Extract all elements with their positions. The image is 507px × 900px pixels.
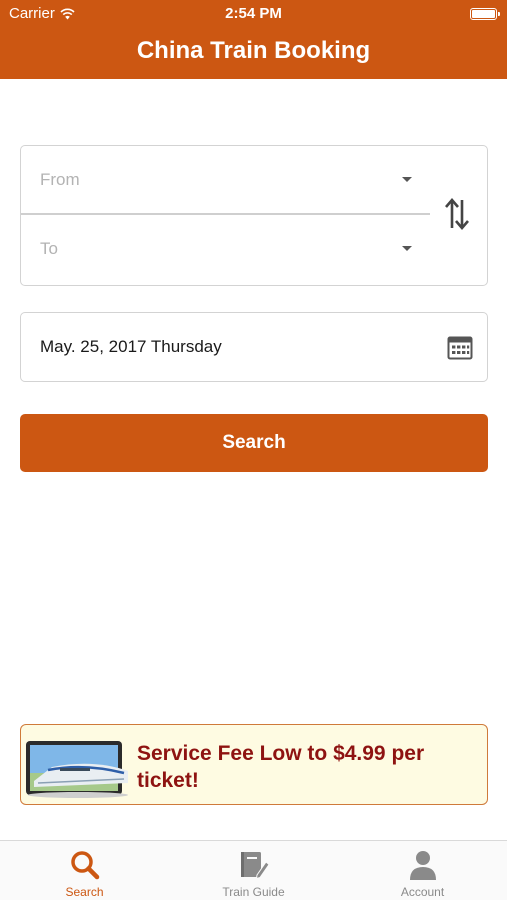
chevron-down-icon	[402, 177, 412, 182]
date-selector[interactable]: May. 25, 2017 Thursday	[20, 312, 488, 382]
train-promo-image	[26, 741, 128, 798]
tab-search[interactable]: Search	[0, 841, 169, 900]
from-station-field[interactable]: From	[21, 146, 430, 214]
status-time: 2:54 PM	[225, 5, 282, 22]
to-station-field[interactable]: To	[21, 215, 430, 283]
date-value: May. 25, 2017 Thursday	[40, 337, 222, 356]
promo-banner[interactable]: Service Fee Low to $4.99 per ticket!	[20, 724, 488, 805]
page-title: China Train Booking	[136, 37, 371, 64]
search-button[interactable]: Search	[20, 414, 488, 472]
swap-stations-button[interactable]	[441, 196, 473, 232]
tab-bar: Search Train Guide Account	[0, 840, 507, 900]
tab-account[interactable]: Account	[338, 841, 507, 900]
calendar-icon[interactable]	[447, 335, 473, 361]
tab-label-train-guide: Train Guide	[222, 885, 285, 899]
tab-train-guide[interactable]: Train Guide	[169, 841, 338, 900]
person-icon	[409, 851, 436, 880]
chevron-down-icon	[402, 246, 412, 251]
from-placeholder: From	[40, 170, 80, 189]
swap-vertical-arrows-icon	[445, 198, 469, 230]
tab-label-account: Account	[400, 885, 445, 899]
status-bar: Carrier 2:54 PM	[0, 0, 507, 28]
book-edit-icon	[240, 852, 270, 880]
battery-icon	[470, 8, 500, 20]
search-icon	[70, 851, 99, 880]
route-selector: From To	[20, 145, 488, 286]
to-placeholder: To	[40, 239, 58, 258]
app-header: Carrier 2:54 PM China Train Booking	[0, 0, 507, 79]
tab-label-search: Search	[65, 885, 104, 899]
promo-text: Service Fee Low to $4.99 per ticket!	[137, 742, 425, 792]
